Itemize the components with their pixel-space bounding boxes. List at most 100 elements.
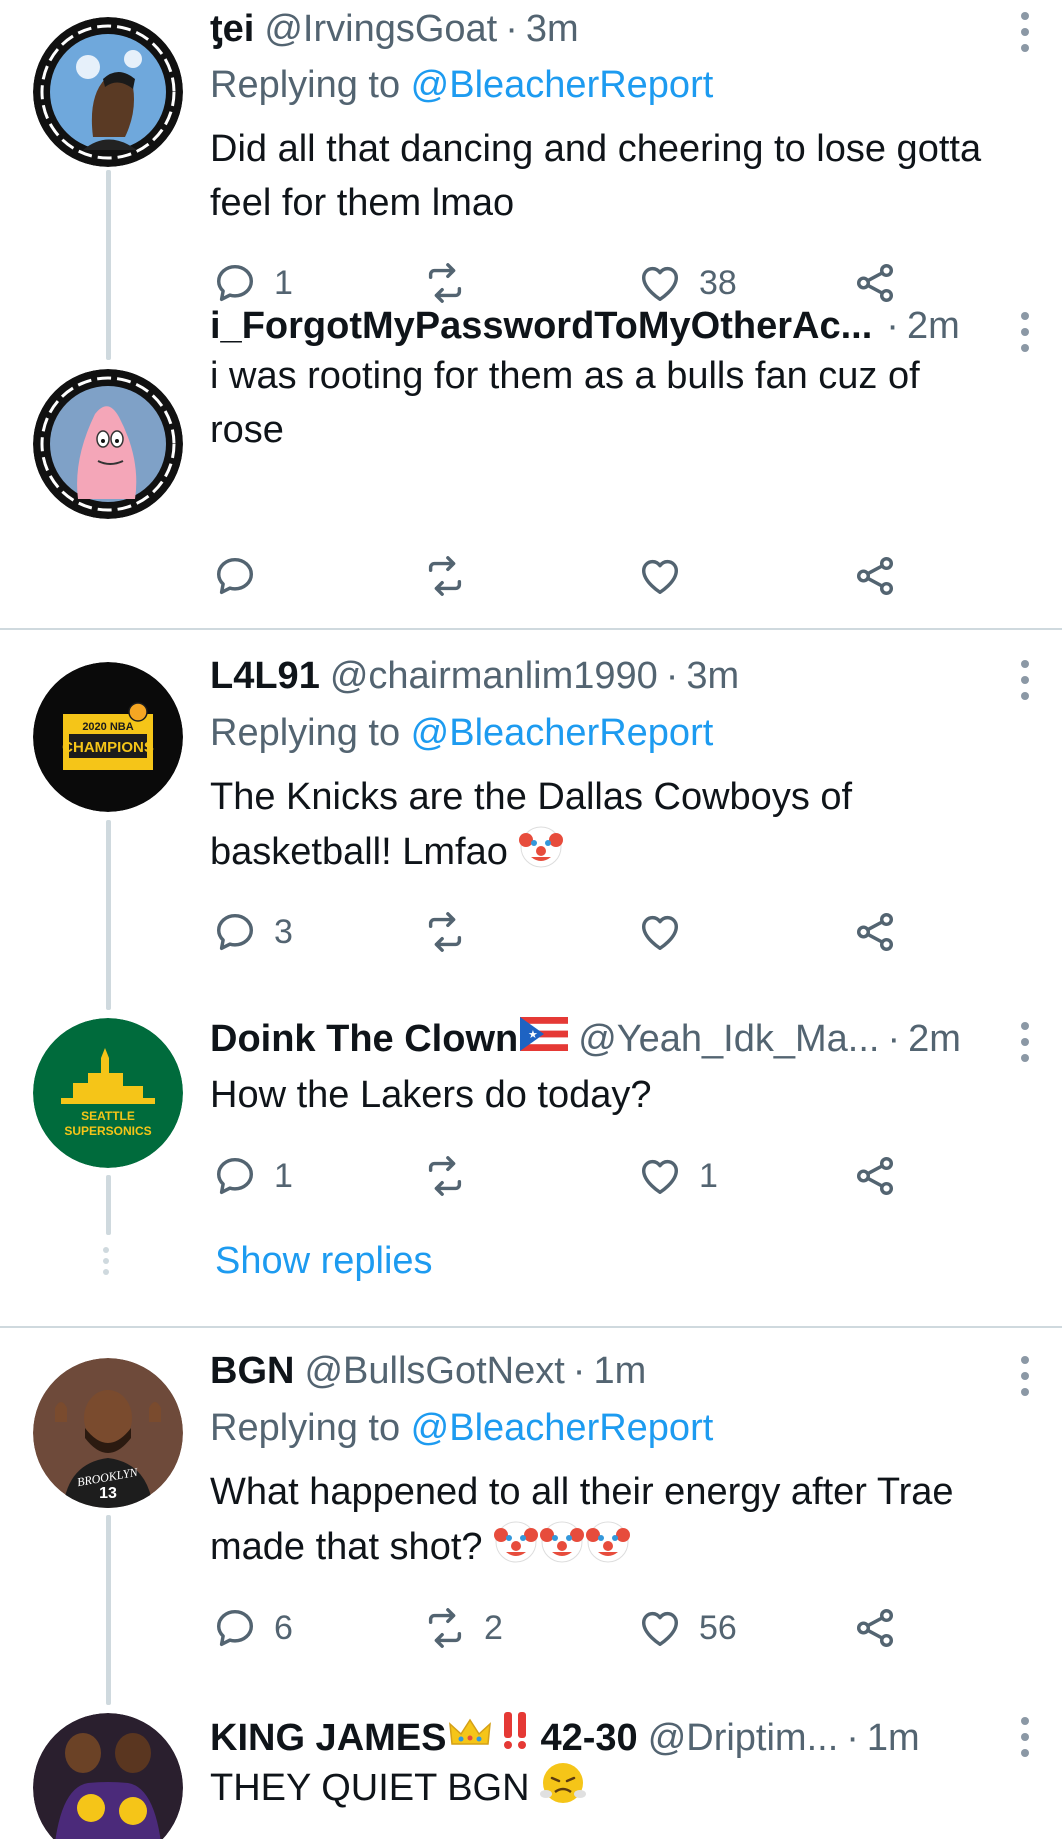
retweet-icon (428, 912, 462, 952)
share-button[interactable] (852, 1603, 898, 1653)
avatar-text: 13 (99, 1485, 117, 1502)
reply-count: 3 (274, 912, 293, 951)
tweet-actions: 1 1 (212, 1151, 932, 1201)
like-button[interactable]: 1 (637, 1151, 718, 1201)
timestamp[interactable]: 3m (526, 8, 579, 51)
username[interactable]: @Yeah_Idk_Ma... (578, 1018, 879, 1061)
share-button[interactable] (852, 1151, 898, 1201)
like-button[interactable] (637, 907, 699, 957)
retweet-icon (428, 1608, 462, 1648)
conversation-divider (0, 628, 1062, 630)
show-replies-link[interactable]: Show replies (215, 1240, 433, 1283)
more-options-icon[interactable] (1018, 1356, 1032, 1396)
avatar[interactable]: 2020 NBA CHAMPIONS (33, 662, 183, 812)
crown-emoji-icon (449, 1718, 492, 1745)
thread-continuation-dots (103, 1247, 113, 1275)
retweet-button[interactable]: 2 (422, 1603, 503, 1653)
like-count: 56 (699, 1608, 737, 1647)
avatar[interactable] (33, 17, 183, 167)
share-icon (856, 913, 894, 951)
display-name[interactable]: BGN (210, 1350, 294, 1393)
tweet-header: L4L91 @chairmanlim1990 · 3m (210, 655, 1002, 707)
like-button[interactable]: 56 (637, 1603, 737, 1653)
retweet-button[interactable] (422, 258, 484, 308)
like-button[interactable]: 38 (637, 258, 737, 308)
tweet-header: Doink The Clown ★ @Yeah_Idk_Ma... · 2m (210, 1017, 1002, 1069)
display-name[interactable]: i_ForgotMyPasswordToMyOtherAc... (210, 305, 872, 348)
reply-button[interactable]: 3 (212, 907, 293, 957)
retweet-button[interactable] (422, 1151, 484, 1201)
tweet-actions: 3 (212, 907, 932, 957)
username[interactable]: @chairmanlim1990 (330, 655, 658, 698)
thread-line (106, 1175, 111, 1235)
avatar[interactable] (33, 1713, 183, 1839)
replying-to-link[interactable]: @BleacherReport (411, 712, 714, 754)
retweet-button[interactable] (422, 551, 484, 601)
share-button[interactable] (852, 907, 898, 957)
clown-emoji-icon (519, 826, 564, 868)
display-name[interactable]: KING JAMES (210, 1717, 446, 1760)
tweet-text: i was rooting for them as a bulls fan cu… (210, 349, 1042, 457)
display-name[interactable]: ƫei (210, 8, 254, 51)
svg-text:★: ★ (528, 1028, 538, 1041)
avatar-text: SUPERSONICS (64, 1124, 151, 1138)
tweet-text-fragment: made that shot? (210, 1526, 483, 1568)
share-button[interactable] (852, 551, 898, 601)
like-count: 1 (699, 1156, 718, 1195)
tweet-text-line: made that shot? (210, 1519, 1042, 1574)
more-options-icon[interactable] (1018, 660, 1032, 700)
like-button[interactable] (637, 551, 699, 601)
more-options-icon[interactable] (1018, 12, 1032, 52)
username[interactable]: @Driptim... (648, 1717, 839, 1760)
replying-to-link[interactable]: @BleacherReport (411, 1407, 714, 1449)
tweet-text-line: rose (210, 409, 284, 451)
avatar-text: 2020 NBA (82, 721, 133, 733)
heart-icon (641, 559, 679, 595)
tweet-text: What happened to all their energy after … (210, 1465, 1042, 1574)
reply-button[interactable] (212, 551, 274, 601)
display-name[interactable]: L4L91 (210, 655, 320, 698)
reply-icon (216, 1609, 254, 1647)
reply-icon (216, 913, 254, 951)
clown-emoji-icon (586, 1521, 631, 1563)
double-exclamation-icon (504, 1712, 527, 1749)
avatar[interactable] (33, 369, 183, 519)
timestamp[interactable]: 3m (686, 655, 739, 698)
tweet-header: KING JAMES 42-30 @Driptim... · 1m (210, 1710, 1002, 1762)
avatar[interactable]: SEATTLE SUPERSONICS (33, 1018, 183, 1168)
tweet-header: ƫei @IrvingsGoat · 3m (210, 8, 1002, 60)
conversation-divider (0, 1326, 1062, 1328)
more-options-icon[interactable] (1018, 312, 1032, 352)
like-count: 38 (699, 263, 737, 302)
more-options-icon[interactable] (1018, 1022, 1032, 1062)
avatar[interactable]: BROOKLYN 13 (33, 1358, 183, 1508)
timestamp[interactable]: 1m (593, 1350, 646, 1393)
replying-to-link[interactable]: @BleacherReport (411, 64, 714, 106)
retweet-button[interactable] (422, 907, 484, 957)
separator-dot: · (846, 1717, 859, 1759)
username[interactable]: @BullsGotNext (304, 1350, 564, 1393)
reply-icon (216, 1157, 254, 1195)
reply-button[interactable]: 6 (212, 1603, 293, 1653)
share-button[interactable] (852, 258, 898, 308)
avatar-text: CHAMPIONS (62, 739, 154, 756)
tweet-text: How the Lakers do today? (210, 1068, 1042, 1122)
replying-to: Replying to @BleacherReport (210, 64, 713, 107)
display-name[interactable]: Doink The Clown (210, 1018, 518, 1061)
more-options-icon[interactable] (1018, 1717, 1032, 1757)
clown-emoji-icon (540, 1521, 585, 1563)
timestamp[interactable]: 2m (907, 305, 960, 348)
tweet-actions: 1 38 (212, 258, 932, 308)
timestamp[interactable]: 2m (908, 1018, 961, 1061)
timestamp[interactable]: 1m (867, 1717, 920, 1760)
reply-icon (216, 557, 254, 595)
face-with-steam-emoji-icon (540, 1763, 587, 1803)
username[interactable]: @IrvingsGoat (264, 8, 497, 51)
display-name-suffix[interactable]: 42-30 (540, 1717, 637, 1760)
separator-dot: · (887, 1018, 901, 1060)
heart-icon (641, 266, 679, 302)
replying-to-label: Replying to (210, 712, 411, 754)
separator-dot: · (572, 1350, 586, 1392)
reply-button[interactable]: 1 (212, 1151, 293, 1201)
reply-button[interactable]: 1 (212, 258, 293, 308)
